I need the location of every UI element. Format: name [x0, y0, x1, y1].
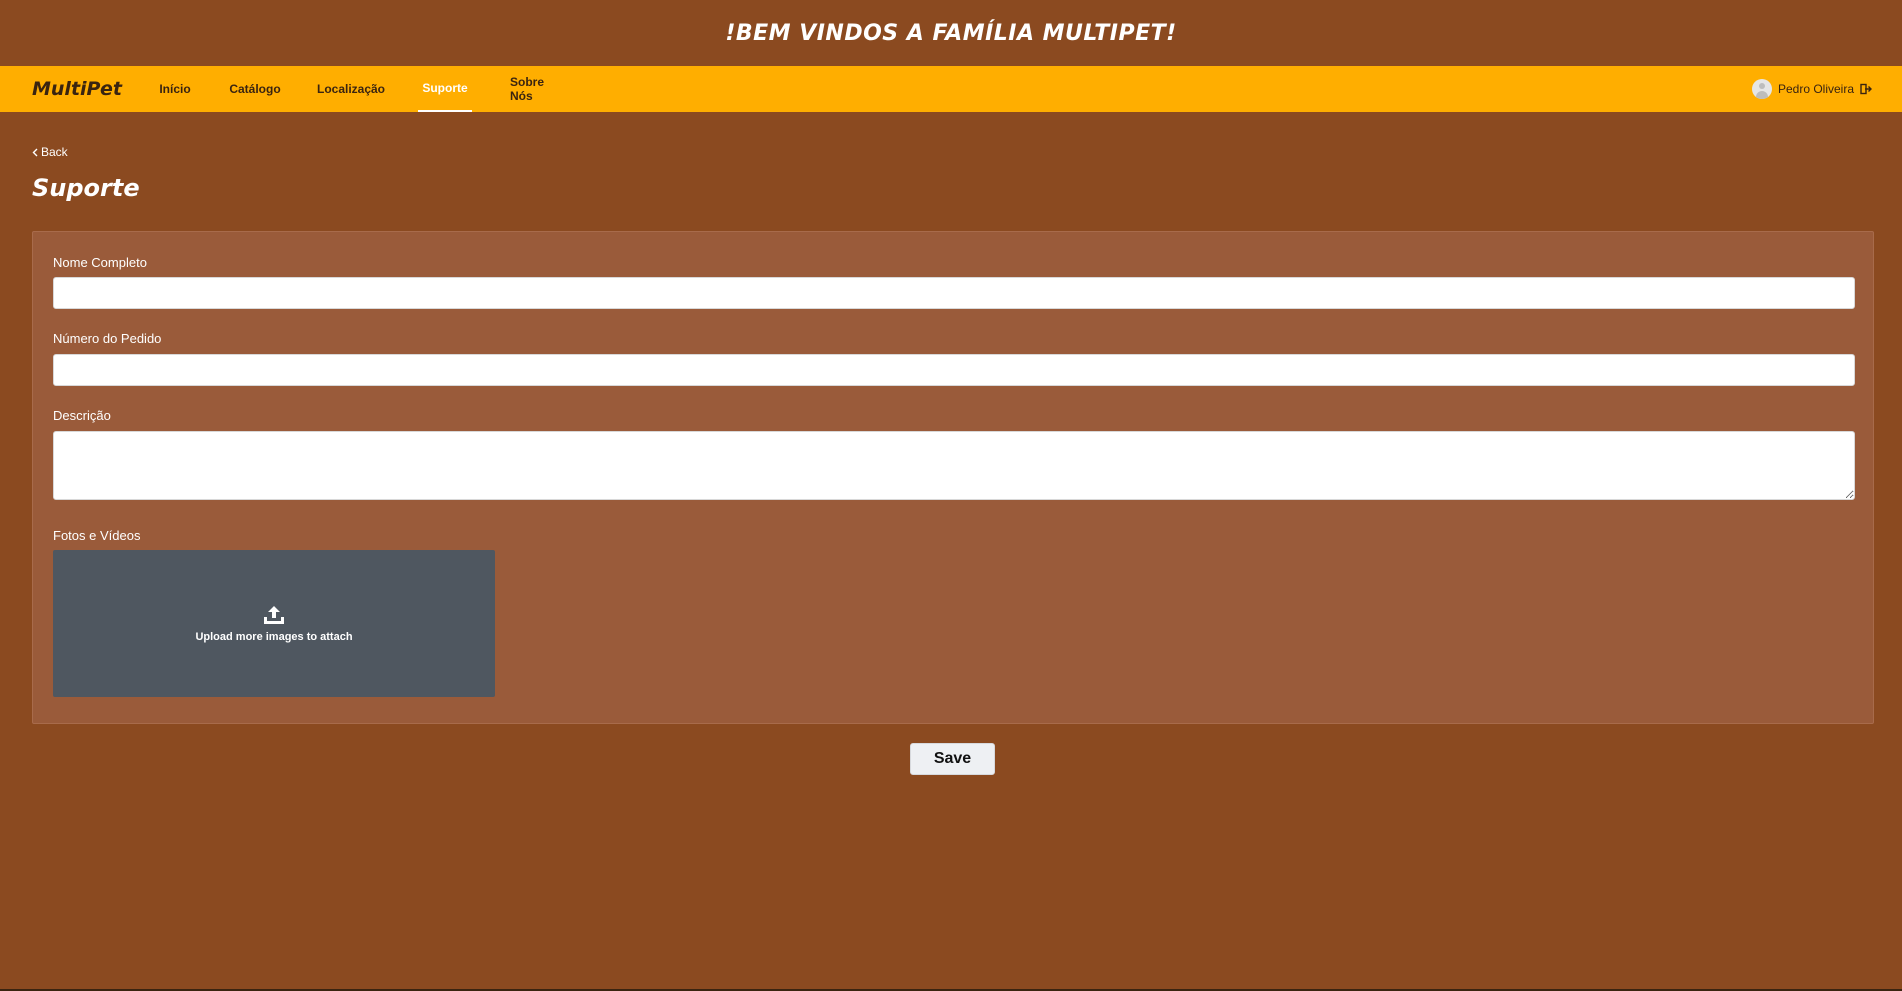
nav-item-localizacao[interactable]: Localização [317, 66, 385, 112]
welcome-banner: !BEM VINDOS A FAMÍLIA MULTIPET! [0, 0, 1902, 66]
back-link[interactable]: Back [32, 145, 68, 159]
support-form-panel: Nome Completo Número do Pedido Descrição… [32, 231, 1874, 724]
full-name-input[interactable] [53, 277, 1855, 309]
save-button[interactable]: Save [910, 743, 995, 775]
description-textarea[interactable] [53, 431, 1855, 500]
welcome-banner-text: !BEM VINDOS A FAMÍLIA MULTIPET! [725, 20, 1177, 46]
chevron-left-icon [32, 148, 38, 156]
user-avatar-icon [1751, 79, 1772, 99]
nav-item-inicio[interactable]: Início [159, 66, 190, 112]
nav-item-sobre-nos[interactable]: Sobre Nós [510, 66, 562, 112]
brand-logo[interactable]: MultiPet [32, 78, 122, 100]
user-menu[interactable]: Pedro Oliveira [1751, 66, 1872, 112]
nav-item-catalogo[interactable]: Catálogo [229, 66, 280, 112]
page-title: Suporte [32, 174, 140, 202]
description-label: Descrição [53, 408, 111, 423]
upload-icon [264, 605, 284, 624]
user-name: Pedro Oliveira [1777, 82, 1854, 96]
back-link-label: Back [41, 145, 68, 159]
media-label: Fotos e Vídeos [53, 528, 141, 543]
upload-text: Upload more images to attach [195, 630, 353, 643]
order-number-input[interactable] [53, 354, 1855, 386]
full-name-label: Nome Completo [53, 255, 147, 270]
order-number-label: Número do Pedido [53, 331, 162, 346]
nav-item-suporte[interactable]: Suporte [418, 66, 472, 112]
top-navbar: MultiPet Início Catálogo Localização Sup… [0, 66, 1902, 112]
logout-icon[interactable] [1860, 83, 1872, 95]
media-upload-dropzone[interactable]: Upload more images to attach [53, 550, 495, 697]
